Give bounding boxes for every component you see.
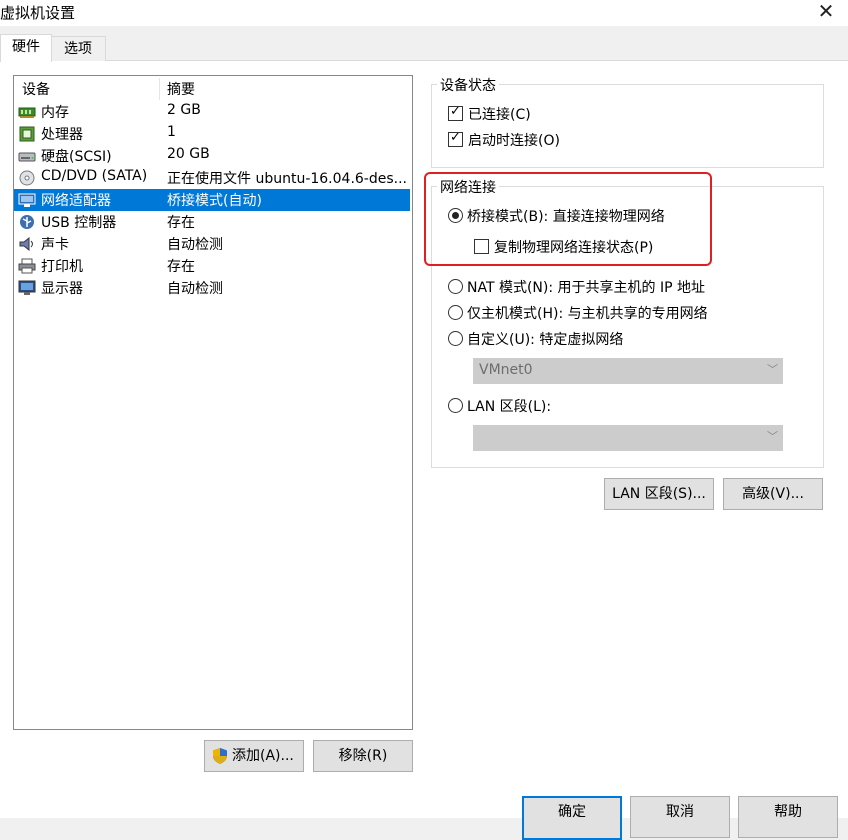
device-summary: 正在使用文件 ubuntu-16.04.6-des... xyxy=(167,171,407,187)
add-button[interactable]: 添加(A)... xyxy=(204,740,304,772)
device-name: 打印机 xyxy=(41,259,83,275)
tab-hardware[interactable]: 硬件 xyxy=(0,34,52,62)
highlight-box xyxy=(424,172,712,266)
nat-label[interactable]: NAT 模式(N): 用于共享主机的 IP 地址 xyxy=(467,277,705,297)
tab-options[interactable]: 选项 xyxy=(50,36,106,61)
help-button[interactable]: 帮助 xyxy=(738,796,838,838)
custom-label[interactable]: 自定义(U): 特定虚拟网络 xyxy=(467,329,623,349)
device-row-usb[interactable]: USB 控制器 存在 xyxy=(14,211,410,233)
device-name: 处理器 xyxy=(41,127,83,143)
device-summary: 桥接模式(自动) xyxy=(167,193,262,209)
column-header-device[interactable]: 设备 xyxy=(22,79,50,99)
display-icon xyxy=(18,280,36,295)
device-name: 内存 xyxy=(41,105,69,121)
device-row-printer[interactable]: 打印机 存在 xyxy=(14,255,410,277)
device-summary: 存在 xyxy=(167,259,195,275)
device-summary: 1 xyxy=(167,124,176,140)
device-name: CD/DVD (SATA) xyxy=(41,168,148,184)
device-summary: 2 GB xyxy=(167,102,201,118)
device-row-display[interactable]: 显示器 自动检测 xyxy=(14,277,410,299)
printer-icon xyxy=(18,258,36,274)
host-only-label[interactable]: 仅主机模式(H): 与主机共享的专用网络 xyxy=(467,303,708,323)
connected-checkbox[interactable]: ✓ xyxy=(448,104,463,121)
device-summary: 自动检测 xyxy=(167,281,223,297)
window-title: 虚拟机设置 xyxy=(0,4,76,22)
ok-button[interactable]: 确定 xyxy=(522,796,622,840)
lan-segment-label[interactable]: LAN 区段(L): xyxy=(467,396,551,416)
chevron-down-icon: ﹀ xyxy=(767,363,778,376)
processor-icon xyxy=(19,126,35,142)
custom-network-select-value: VMnet0 xyxy=(479,362,533,378)
memory-icon xyxy=(18,107,36,118)
cancel-button[interactable]: 取消 xyxy=(630,796,730,838)
connected-label[interactable]: 已连接(C) xyxy=(468,104,531,124)
custom-radio[interactable] xyxy=(448,331,463,346)
network-adapter-icon xyxy=(18,193,36,207)
device-name: 硬盘(SCSI) xyxy=(41,149,112,165)
uac-shield-icon xyxy=(213,748,227,764)
lan-segment-radio[interactable] xyxy=(448,398,463,413)
device-list-header: 设备 摘要 xyxy=(14,78,410,100)
device-summary: 存在 xyxy=(167,215,195,231)
device-name: 声卡 xyxy=(41,237,69,253)
usb-icon xyxy=(20,215,34,229)
close-icon[interactable]: ✕ xyxy=(815,0,837,23)
remove-button[interactable]: 移除(R) xyxy=(313,740,413,772)
device-row-hard-disk[interactable]: 硬盘(SCSI) 20 GB xyxy=(14,145,410,167)
device-name: 网络适配器 xyxy=(41,193,111,209)
column-divider xyxy=(159,78,160,100)
device-name: 显示器 xyxy=(41,281,83,297)
device-row-memory[interactable]: 内存 2 GB xyxy=(14,101,410,123)
add-button-label: 添加(A)... xyxy=(232,748,294,764)
device-summary: 20 GB xyxy=(167,146,210,162)
device-status-title: 设备状态 xyxy=(437,75,499,95)
nat-radio[interactable] xyxy=(448,279,463,294)
custom-network-select[interactable]: VMnet0 ﹀ xyxy=(473,358,783,384)
title-bar xyxy=(0,0,848,26)
connect-at-power-on-checkbox[interactable]: ✓ xyxy=(448,130,463,147)
device-row-cd-dvd[interactable]: CD/DVD (SATA) 正在使用文件 ubuntu-16.04.6-des.… xyxy=(14,167,410,189)
device-summary: 自动检测 xyxy=(167,237,223,253)
chevron-down-icon: ﹀ xyxy=(767,430,778,443)
advanced-button[interactable]: 高级(V)... xyxy=(723,478,823,510)
device-status-group xyxy=(431,84,824,168)
host-only-radio[interactable] xyxy=(448,305,463,320)
device-row-sound-card[interactable]: 声卡 自动检测 xyxy=(14,233,410,255)
column-header-summary[interactable]: 摘要 xyxy=(167,79,195,99)
hard-disk-icon xyxy=(18,152,36,162)
connect-at-power-on-label[interactable]: 启动时连接(O) xyxy=(468,130,560,150)
device-row-processor[interactable]: 处理器 1 xyxy=(14,123,410,145)
device-row-network-adapter[interactable]: 网络适配器 桥接模式(自动) xyxy=(14,189,410,211)
lan-segment-select[interactable]: ﹀ xyxy=(473,425,783,451)
device-name: USB 控制器 xyxy=(41,215,117,231)
lan-segments-button[interactable]: LAN 区段(S)... xyxy=(604,478,714,510)
cd-dvd-icon xyxy=(19,170,35,186)
sound-card-icon xyxy=(19,236,33,252)
